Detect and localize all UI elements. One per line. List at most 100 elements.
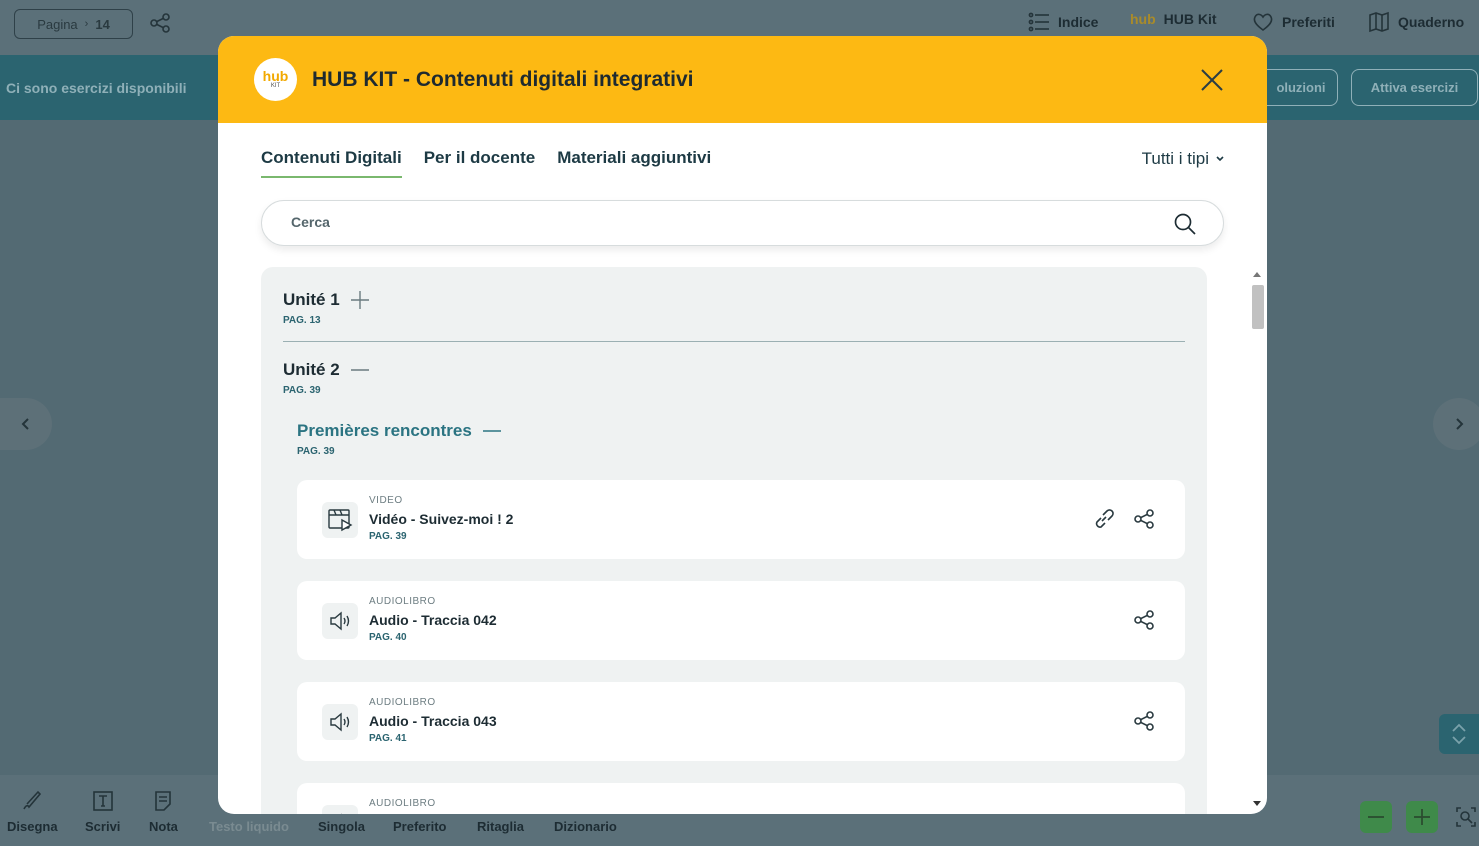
content-item[interactable]: AUDIOLIBRO Audio - Traccia 042 PAG. 40 — [297, 581, 1185, 660]
share-icon[interactable] — [1132, 507, 1156, 531]
toolbar-notebook-label: Quaderno — [1398, 14, 1465, 30]
item-type: AUDIOLIBRO — [369, 596, 436, 607]
type-filter-label: Tutti i tipi — [1141, 149, 1209, 168]
video-icon — [322, 502, 358, 538]
contents-list: Unité 1 PAG. 13 Unité 2 PAG. 39 Première… — [261, 267, 1207, 814]
section-page: PAG. 39 — [297, 446, 335, 457]
tool-crop[interactable]: Ritaglia — [477, 819, 524, 834]
unit-2[interactable]: Unité 2 PAG. 39 — [283, 360, 370, 396]
scroll-toggle-button[interactable] — [1439, 714, 1479, 754]
tab-digital-contents[interactable]: Contenuti Digitali — [261, 148, 402, 178]
content-item[interactable]: VIDEO Vidéo - Suivez-moi ! 2 PAG. 39 — [297, 480, 1185, 559]
tab-for-teacher[interactable]: Per il docente — [424, 148, 535, 178]
item-title: Audio - Traccia 042 — [369, 612, 497, 628]
share-icon[interactable] — [1132, 608, 1156, 632]
tool-draw-label: Disegna — [7, 819, 58, 834]
speaker-icon — [322, 603, 358, 639]
logo-hub-text: hub — [262, 68, 289, 84]
chevron-updown-icon — [1452, 723, 1466, 745]
item-page: PAG. 39 — [369, 531, 407, 542]
divider — [283, 341, 1185, 342]
item-type: AUDIOLIBRO — [369, 798, 436, 809]
toolbar-favorites[interactable]: Preferiti — [1252, 11, 1335, 33]
previous-page-button[interactable] — [0, 398, 52, 450]
chevron-right-icon: › — [84, 18, 89, 30]
page-label: Pagina — [37, 16, 78, 32]
tool-dictionary-label: Dizionario — [554, 819, 617, 834]
modal-scrollbar[interactable] — [1250, 267, 1265, 814]
tool-favorite[interactable]: Preferito — [393, 819, 446, 834]
logo-kit-text: KIT — [270, 83, 281, 89]
toolbar-hub-kit[interactable]: hub HUB Kit — [1130, 11, 1217, 27]
tool-draw[interactable]: Disegna — [7, 789, 58, 834]
chevron-down-icon — [1216, 156, 1224, 162]
close-icon[interactable] — [1199, 67, 1225, 93]
list-icon — [1028, 12, 1049, 32]
speaker-icon — [322, 805, 358, 814]
item-title: Vidéo - Suivez-moi ! 2 — [369, 511, 514, 527]
next-page-button[interactable] — [1433, 398, 1479, 450]
tool-write-label: Scrivi — [85, 819, 121, 834]
modal-header: hub KIT HUB KIT - Contenuti digitali int… — [218, 36, 1267, 123]
tool-note[interactable]: Nota — [149, 789, 178, 834]
minus-icon — [1368, 816, 1384, 818]
content-item[interactable]: AUDIOLIBRO — [297, 783, 1185, 814]
unit-page: PAG. 13 — [283, 315, 321, 326]
chevron-left-icon — [21, 418, 29, 430]
item-type: AUDIOLIBRO — [369, 697, 436, 708]
tool-single[interactable]: Singola — [318, 819, 365, 834]
book-icon — [1369, 11, 1389, 33]
content-tabs: Contenuti Digitali Per il docente Materi… — [261, 148, 711, 178]
hub-kit-logo: hub KIT — [254, 58, 297, 101]
zoom-fit-icon[interactable] — [1455, 806, 1477, 828]
section-title: Premières rencontres — [297, 421, 472, 440]
banner-text: Ci sono esercizi disponibili — [6, 80, 187, 96]
tool-crop-label: Ritaglia — [477, 819, 524, 834]
heart-icon — [1253, 13, 1273, 31]
pen-icon — [23, 790, 42, 810]
item-type: VIDEO — [369, 495, 403, 506]
type-filter-dropdown[interactable]: Tutti i tipi — [1142, 149, 1225, 169]
section-premieres-rencontres[interactable]: Premières rencontres PAG. 39 — [297, 421, 502, 457]
item-page: PAG. 41 — [369, 733, 407, 744]
tool-note-label: Nota — [149, 819, 178, 834]
share-icon[interactable] — [1132, 709, 1156, 733]
toolbar-index-label: Indice — [1058, 14, 1099, 30]
content-item[interactable]: AUDIOLIBRO Audio - Traccia 043 PAG. 41 — [297, 682, 1185, 761]
chevron-right-icon — [1456, 418, 1464, 430]
toolbar-index[interactable]: Indice — [1028, 11, 1098, 33]
plus-icon — [1414, 809, 1430, 825]
minus-icon[interactable] — [482, 421, 502, 441]
hub-kit-icon: hub — [1130, 11, 1156, 27]
activate-exercises-button[interactable]: Attiva esercizi — [1351, 69, 1478, 106]
search-input[interactable] — [291, 214, 1151, 230]
tool-dictionary[interactable]: Dizionario — [554, 819, 617, 834]
page-selector[interactable]: Pagina › 14 — [14, 9, 133, 39]
toolbar-hub-kit-label: HUB Kit — [1163, 11, 1217, 27]
scrollbar-thumb[interactable] — [1252, 285, 1264, 329]
tool-favorite-label: Preferito — [393, 819, 447, 834]
tool-single-label: Singola — [318, 819, 365, 834]
search-icon[interactable] — [1173, 212, 1197, 236]
search-bar — [261, 200, 1224, 246]
plus-icon[interactable] — [350, 290, 370, 310]
scroll-up-icon[interactable] — [1253, 271, 1261, 277]
tool-write[interactable]: Scrivi — [85, 789, 120, 834]
toolbar-notebook[interactable]: Quaderno — [1368, 11, 1464, 33]
minus-icon[interactable] — [350, 360, 370, 380]
zoom-out-button[interactable] — [1360, 801, 1392, 833]
tool-liquid-text[interactable]: Testo liquido — [209, 819, 289, 834]
unit-1[interactable]: Unité 1 PAG. 13 — [283, 290, 370, 326]
modal-title: HUB KIT - Contenuti digitali integrativi — [312, 68, 694, 91]
unit-title: Unité 2 — [283, 360, 340, 379]
share-icon[interactable] — [148, 11, 172, 35]
scroll-down-icon[interactable] — [1253, 801, 1261, 807]
unit-title: Unité 1 — [283, 290, 340, 309]
note-icon — [155, 791, 172, 811]
tool-liquid-text-label: Testo liquido — [209, 819, 289, 834]
tab-additional-materials[interactable]: Materiali aggiuntivi — [557, 148, 711, 178]
zoom-in-button[interactable] — [1406, 801, 1438, 833]
item-title: Audio - Traccia 043 — [369, 713, 497, 729]
solutions-button-label: oluzioni — [1276, 80, 1326, 95]
link-icon[interactable] — [1092, 507, 1116, 531]
